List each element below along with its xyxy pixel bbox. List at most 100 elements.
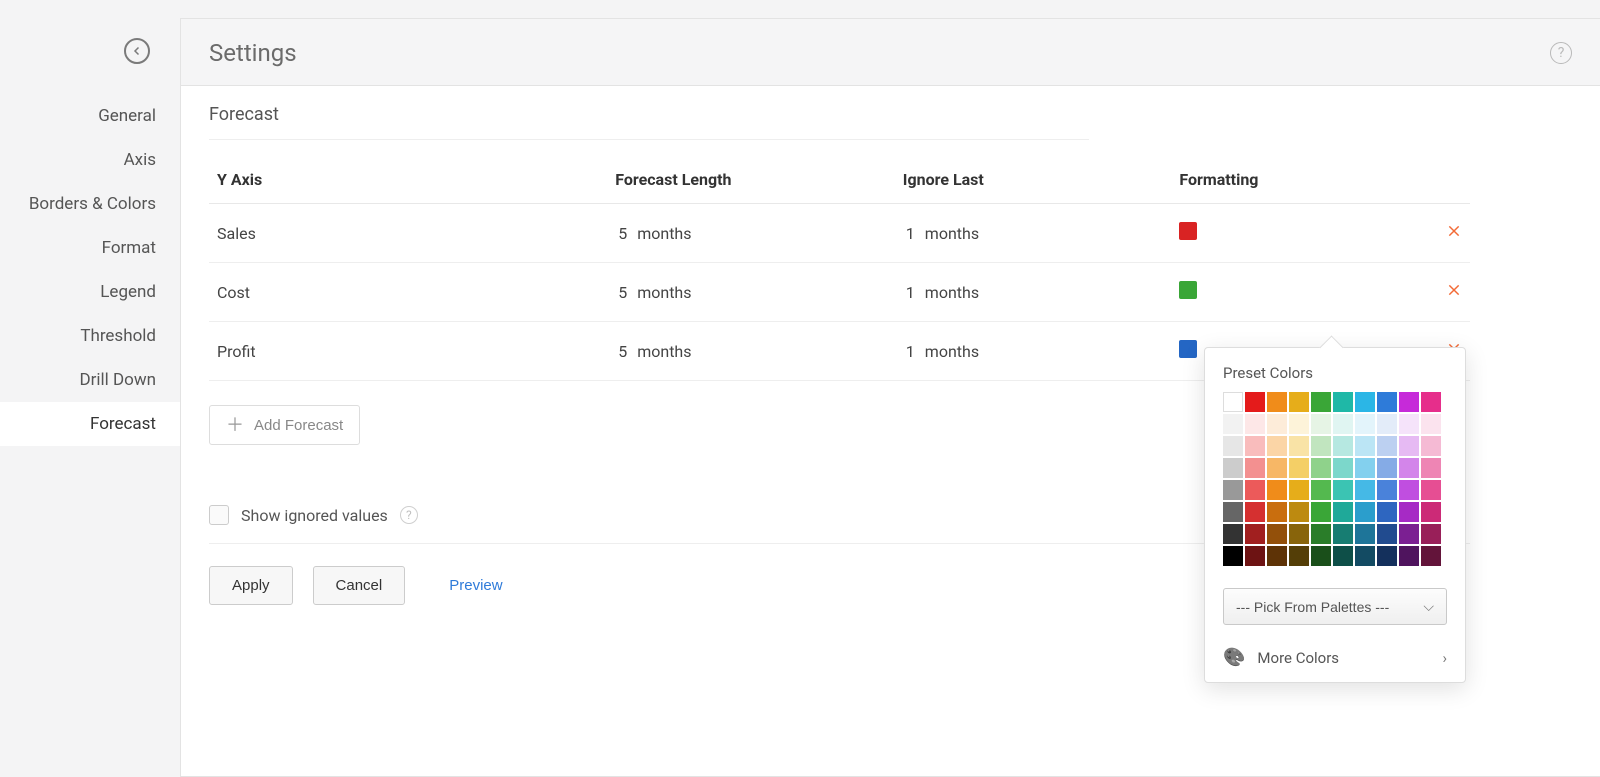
color-cell[interactable] <box>1421 436 1441 456</box>
color-cell[interactable] <box>1421 524 1441 544</box>
show-ignored-checkbox[interactable] <box>209 505 229 525</box>
color-swatch[interactable] <box>1179 222 1197 240</box>
ignore-last-field[interactable]: 1months <box>903 342 979 361</box>
sidebar-item-drill-down[interactable]: Drill Down <box>0 358 180 402</box>
color-cell[interactable] <box>1245 502 1265 522</box>
color-cell[interactable] <box>1333 392 1353 412</box>
color-cell[interactable] <box>1267 436 1287 456</box>
color-cell[interactable] <box>1289 458 1309 478</box>
color-cell[interactable] <box>1223 480 1243 500</box>
forecast-length-field[interactable]: 5months <box>615 224 691 243</box>
color-cell[interactable] <box>1399 392 1419 412</box>
ignore-last-field[interactable]: 1months <box>903 224 979 243</box>
color-cell[interactable] <box>1289 502 1309 522</box>
sidebar-item-format[interactable]: Format <box>0 226 180 270</box>
color-cell[interactable] <box>1311 392 1331 412</box>
color-cell[interactable] <box>1311 458 1331 478</box>
color-cell[interactable] <box>1421 414 1441 434</box>
color-cell[interactable] <box>1377 480 1397 500</box>
color-cell[interactable] <box>1311 502 1331 522</box>
color-cell[interactable] <box>1355 524 1375 544</box>
color-cell[interactable] <box>1355 502 1375 522</box>
color-cell[interactable] <box>1399 502 1419 522</box>
color-cell[interactable] <box>1267 502 1287 522</box>
color-cell[interactable] <box>1289 524 1309 544</box>
palette-select[interactable]: --- Pick From Palettes --- ⌵ <box>1223 588 1447 625</box>
forecast-length-field[interactable]: 5months <box>615 342 691 361</box>
color-cell[interactable] <box>1399 524 1419 544</box>
add-forecast-button[interactable]: ＋ Add Forecast <box>209 405 360 445</box>
color-cell[interactable] <box>1267 480 1287 500</box>
color-cell[interactable] <box>1333 546 1353 566</box>
color-cell[interactable] <box>1377 392 1397 412</box>
color-cell[interactable] <box>1355 436 1375 456</box>
color-swatch[interactable] <box>1179 281 1197 299</box>
forecast-length-field[interactable]: 5months <box>615 283 691 302</box>
color-cell[interactable] <box>1223 524 1243 544</box>
apply-button[interactable]: Apply <box>209 566 293 605</box>
color-cell[interactable] <box>1289 392 1309 412</box>
color-cell[interactable] <box>1245 546 1265 566</box>
color-cell[interactable] <box>1267 546 1287 566</box>
color-cell[interactable] <box>1223 546 1243 566</box>
color-cell[interactable] <box>1333 458 1353 478</box>
color-cell[interactable] <box>1311 546 1331 566</box>
more-colors-button[interactable]: 🎨 More Colors › <box>1223 643 1447 668</box>
color-cell[interactable] <box>1267 458 1287 478</box>
ignore-last-field[interactable]: 1months <box>903 283 979 302</box>
color-cell[interactable] <box>1245 414 1265 434</box>
color-cell[interactable] <box>1377 524 1397 544</box>
sidebar-item-general[interactable]: General <box>0 94 180 138</box>
sidebar-item-threshold[interactable]: Threshold <box>0 314 180 358</box>
color-cell[interactable] <box>1399 480 1419 500</box>
color-cell[interactable] <box>1421 546 1441 566</box>
delete-row-button[interactable] <box>1446 282 1462 298</box>
color-cell[interactable] <box>1223 414 1243 434</box>
color-cell[interactable] <box>1333 480 1353 500</box>
color-cell[interactable] <box>1311 436 1331 456</box>
color-cell[interactable] <box>1267 524 1287 544</box>
color-cell[interactable] <box>1421 392 1441 412</box>
color-cell[interactable] <box>1377 546 1397 566</box>
sidebar-item-legend[interactable]: Legend <box>0 270 180 314</box>
color-cell[interactable] <box>1245 392 1265 412</box>
color-cell[interactable] <box>1311 524 1331 544</box>
sidebar-item-borders-colors[interactable]: Borders & Colors <box>0 182 180 226</box>
color-cell[interactable] <box>1289 546 1309 566</box>
color-cell[interactable] <box>1223 436 1243 456</box>
color-cell[interactable] <box>1311 480 1331 500</box>
color-cell[interactable] <box>1333 502 1353 522</box>
color-cell[interactable] <box>1355 480 1375 500</box>
color-cell[interactable] <box>1333 524 1353 544</box>
color-cell[interactable] <box>1223 502 1243 522</box>
color-cell[interactable] <box>1377 436 1397 456</box>
color-cell[interactable] <box>1355 392 1375 412</box>
color-cell[interactable] <box>1245 480 1265 500</box>
color-cell[interactable] <box>1377 458 1397 478</box>
color-cell[interactable] <box>1289 480 1309 500</box>
color-cell[interactable] <box>1333 436 1353 456</box>
color-cell[interactable] <box>1355 414 1375 434</box>
help-icon[interactable]: ? <box>400 506 418 524</box>
sidebar-item-axis[interactable]: Axis <box>0 138 180 182</box>
color-cell[interactable] <box>1223 392 1243 412</box>
color-swatch[interactable] <box>1179 340 1197 358</box>
color-cell[interactable] <box>1223 458 1243 478</box>
color-cell[interactable] <box>1289 436 1309 456</box>
color-cell[interactable] <box>1421 502 1441 522</box>
color-cell[interactable] <box>1421 458 1441 478</box>
color-cell[interactable] <box>1311 414 1331 434</box>
color-cell[interactable] <box>1245 436 1265 456</box>
color-cell[interactable] <box>1399 458 1419 478</box>
back-button[interactable] <box>124 38 150 64</box>
color-cell[interactable] <box>1399 414 1419 434</box>
color-cell[interactable] <box>1421 480 1441 500</box>
preview-link[interactable]: Preview <box>449 577 502 594</box>
color-cell[interactable] <box>1355 546 1375 566</box>
color-cell[interactable] <box>1377 414 1397 434</box>
color-cell[interactable] <box>1289 414 1309 434</box>
color-cell[interactable] <box>1245 524 1265 544</box>
color-cell[interactable] <box>1399 546 1419 566</box>
color-cell[interactable] <box>1377 502 1397 522</box>
delete-row-button[interactable] <box>1446 223 1462 239</box>
